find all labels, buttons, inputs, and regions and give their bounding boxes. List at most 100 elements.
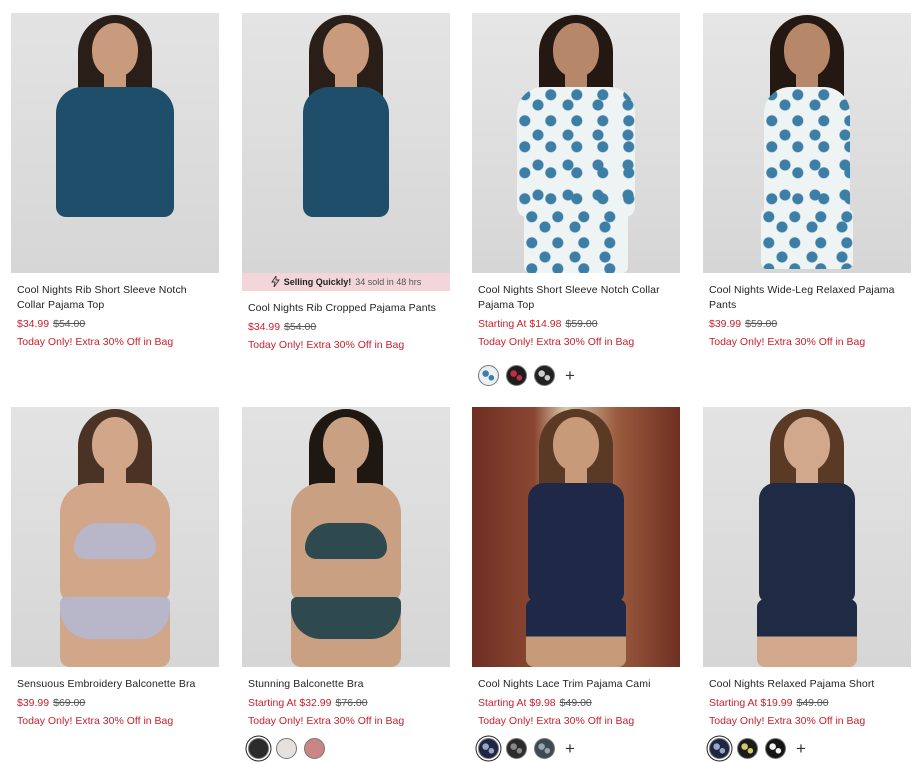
price-row: $34.99 $54.00 <box>242 320 450 334</box>
product-title[interactable]: Cool Nights Lace Trim Pajama Cami <box>472 677 680 692</box>
product-image[interactable] <box>472 407 680 667</box>
product-image[interactable] <box>242 407 450 667</box>
original-price: $69.00 <box>53 697 86 709</box>
promo-text: Today Only! Extra 30% Off in Bag <box>248 339 405 351</box>
black-floral-swatch[interactable] <box>534 365 555 386</box>
product-image[interactable] <box>703 13 911 273</box>
price-row: $39.99 $69.00 <box>11 696 219 710</box>
price-row: Starting At $19.99 $49.00 <box>703 696 911 710</box>
model-legs <box>526 599 626 667</box>
model-legs <box>300 209 392 269</box>
selling-quickly-badge: Selling Quickly! 34 sold in 48 hrs <box>242 273 450 291</box>
light-grey-swatch[interactable] <box>276 738 297 759</box>
model-head <box>323 417 369 471</box>
price-row: $34.99 $54.00 <box>11 317 219 331</box>
model-legs <box>524 209 628 273</box>
model-figure <box>703 13 911 273</box>
model-torso <box>303 87 389 217</box>
original-price: $76.00 <box>335 697 368 709</box>
model-head <box>92 23 138 77</box>
original-price: $59.00 <box>745 318 778 330</box>
product-card[interactable]: Cool Nights Lace Trim Pajama Cami Startin… <box>472 407 680 759</box>
sale-price: $39.99 <box>17 697 50 709</box>
rose-swatch[interactable] <box>304 738 325 759</box>
lightning-icon <box>270 274 280 289</box>
product-image[interactable] <box>472 13 680 273</box>
model-torso <box>528 483 624 603</box>
product-card[interactable]: Cool Nights Short Sleeve Notch Collar Pa… <box>472 13 680 386</box>
model-figure <box>472 407 680 667</box>
original-price: $54.00 <box>53 318 86 330</box>
product-card[interactable]: Selling Quickly! 34 sold in 48 hrs Cool Ni… <box>242 13 450 352</box>
product-card[interactable]: Sensuous Embroidery Balconette Bra $39.99… <box>11 407 219 728</box>
model-legs <box>63 209 167 273</box>
white-floral-swatch[interactable] <box>478 365 499 386</box>
price-row: Starting At $32.99 $76.00 <box>242 696 450 710</box>
product-image[interactable] <box>703 407 911 667</box>
product-title[interactable]: Stunning Balconette Bra <box>242 677 450 692</box>
product-card[interactable]: Cool Nights Wide-Leg Relaxed Pajama Pant… <box>703 13 911 349</box>
black-swatch[interactable] <box>248 738 269 759</box>
product-image[interactable] <box>242 13 450 273</box>
original-price: $49.00 <box>559 697 592 709</box>
product-title[interactable]: Cool Nights Rib Cropped Pajama Pants <box>242 301 450 316</box>
black-white-swatch[interactable] <box>765 738 786 759</box>
original-price: $49.00 <box>796 697 829 709</box>
more-colors-button[interactable]: + <box>565 740 575 757</box>
original-price: $54.00 <box>284 321 317 333</box>
price-row: $39.99 $59.00 <box>703 317 911 331</box>
model-head <box>553 23 599 77</box>
black-red-swatch[interactable] <box>506 365 527 386</box>
model-torso <box>56 87 174 217</box>
promo-text: Today Only! Extra 30% Off in Bag <box>17 715 174 727</box>
color-swatches: + <box>703 738 911 759</box>
product-title[interactable]: Cool Nights Short Sleeve Notch Collar Pa… <box>472 283 680 313</box>
original-price: $59.00 <box>565 318 598 330</box>
product-card[interactable]: Cool Nights Relaxed Pajama Short Starting… <box>703 407 911 759</box>
navy-floral-swatch[interactable] <box>709 738 730 759</box>
model-head <box>92 417 138 471</box>
promo-text: Today Only! Extra 30% Off in Bag <box>709 336 866 348</box>
sale-price: $34.99 <box>17 318 50 330</box>
navy-floral-swatch[interactable] <box>478 738 499 759</box>
product-card[interactable]: Cool Nights Rib Short Sleeve Notch Colla… <box>11 13 219 349</box>
promo-text: Today Only! Extra 30% Off in Bag <box>478 715 635 727</box>
price-row: Starting At $9.98 $49.00 <box>472 696 680 710</box>
model-figure <box>472 13 680 273</box>
product-title[interactable]: Sensuous Embroidery Balconette Bra <box>11 677 219 692</box>
model-legs <box>761 209 853 269</box>
product-card[interactable]: Stunning Balconette Bra Starting At $32.9… <box>242 407 450 759</box>
product-title[interactable]: Cool Nights Relaxed Pajama Short <box>703 677 911 692</box>
slate-print-swatch[interactable] <box>534 738 555 759</box>
product-image[interactable] <box>11 13 219 273</box>
model-head <box>553 417 599 471</box>
model-torso <box>759 483 855 603</box>
sale-price: Starting At $9.98 <box>478 697 556 709</box>
black-floral-swatch[interactable] <box>737 738 758 759</box>
sale-price: Starting At $32.99 <box>248 697 332 709</box>
bra-cups <box>305 523 387 559</box>
sale-price: Starting At $14.98 <box>478 318 562 330</box>
model-figure <box>242 407 450 667</box>
color-swatches: + <box>472 365 680 386</box>
model-head <box>784 23 830 77</box>
model-legs <box>757 599 857 667</box>
black-print-swatch[interactable] <box>506 738 527 759</box>
bra-cups <box>74 523 156 559</box>
more-colors-button[interactable]: + <box>796 740 806 757</box>
color-swatches <box>242 738 450 759</box>
model-head <box>784 417 830 471</box>
model-torso <box>764 87 850 217</box>
more-colors-button[interactable]: + <box>565 367 575 384</box>
promo-text: Today Only! Extra 30% Off in Bag <box>478 336 635 348</box>
briefs <box>291 597 401 639</box>
model-torso <box>517 87 635 217</box>
sale-price: $39.99 <box>709 318 742 330</box>
promo-text: Today Only! Extra 30% Off in Bag <box>17 336 174 348</box>
product-title[interactable]: Cool Nights Rib Short Sleeve Notch Colla… <box>11 283 219 313</box>
product-image[interactable] <box>11 407 219 667</box>
product-title[interactable]: Cool Nights Wide-Leg Relaxed Pajama Pant… <box>703 283 911 313</box>
badge-detail: 34 sold in 48 hrs <box>355 277 422 287</box>
badge-label: Selling Quickly! <box>283 277 352 287</box>
sale-price: $34.99 <box>248 321 281 333</box>
